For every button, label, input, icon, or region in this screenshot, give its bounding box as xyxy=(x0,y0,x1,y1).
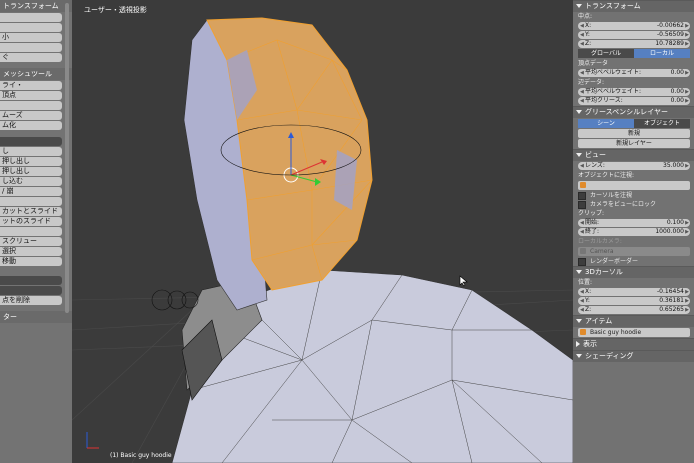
tool-shelf-button[interactable]: スクリュー xyxy=(0,237,62,246)
median-x-field[interactable]: ◀ X: -0.00662 ▶ xyxy=(578,22,690,30)
tool-shelf-transform-header[interactable]: トランスフォーム xyxy=(0,0,72,12)
cursor-y-field[interactable]: ◀ Y: 0.36181 ▶ xyxy=(578,297,690,305)
tool-shelf-button[interactable] xyxy=(0,23,62,32)
tool-shelf-button[interactable] xyxy=(0,13,62,22)
collapse-icon xyxy=(576,153,582,157)
tool-shelf-button[interactable]: 移動 xyxy=(0,257,62,266)
tool-shelf-button[interactable]: 押し出し xyxy=(0,157,62,166)
item-header[interactable]: アイテム xyxy=(573,315,694,327)
scene-toggle[interactable]: シーン xyxy=(578,119,634,128)
mouse-cursor-icon xyxy=(459,275,468,287)
shading-header[interactable]: シェーディング xyxy=(573,350,694,362)
tool-shelf-button[interactable]: ットのスライド xyxy=(0,217,62,226)
median-z-field[interactable]: ◀ Z: 10.78289 ▶ xyxy=(578,40,690,48)
grease-source-toggle: シーン オブジェクト xyxy=(578,119,690,128)
collapse-icon xyxy=(576,4,582,8)
tool-shelf-button[interactable]: ムーズ xyxy=(0,111,62,120)
item-name-field[interactable]: Basic guy hoodie xyxy=(578,328,690,337)
collapse-icon xyxy=(576,110,582,114)
expand-icon xyxy=(576,341,580,347)
lens-field[interactable]: ◀ レンズ: 35.000 ▶ xyxy=(578,162,690,170)
coordinate-space-toggle: グローバル ローカル xyxy=(578,49,690,58)
properties-panel: トランスフォーム 中点: ◀ X: -0.00662 ▶ ◀ Y: -0.56509 ▶ ◀… xyxy=(573,0,694,463)
tool-shelf-button[interactable]: し xyxy=(0,147,62,156)
tool-shelf-dropdown-3[interactable] xyxy=(0,286,62,295)
median-label: 中点: xyxy=(578,13,593,20)
object-toggle[interactable]: オブジェクト xyxy=(634,119,690,128)
edge-data-label: 辺データ: xyxy=(578,79,605,86)
tool-shelf-scrollbar[interactable] xyxy=(65,3,69,313)
lock-object-label: オブジェクトに注視: xyxy=(578,172,635,179)
object-icon xyxy=(580,329,586,335)
tool-shelf-button[interactable]: 押し出し xyxy=(0,167,62,176)
global-toggle[interactable]: グローバル xyxy=(578,49,634,58)
tool-shelf-button[interactable] xyxy=(0,197,62,206)
tool-shelf-button[interactable]: 頂点 xyxy=(0,91,62,100)
3d-cursor-header[interactable]: 3Dカーソル xyxy=(573,266,694,278)
transform-header[interactable]: トランスフォーム xyxy=(573,0,694,12)
new-layer-button[interactable]: 新規レイヤー xyxy=(578,139,690,148)
edge-bevel-field[interactable]: ◀ 平均ベベルウェイト: 0.00 ▶ xyxy=(578,88,690,96)
vertex-data-label: 頂点データ xyxy=(578,60,609,67)
camera-icon xyxy=(580,248,586,254)
local-camera-label: ローカルカメラ: xyxy=(578,238,622,245)
render-border-checkbox[interactable]: レンダーボーダー xyxy=(573,257,694,266)
lock-object-field[interactable] xyxy=(578,181,690,190)
display-header[interactable]: 表示 xyxy=(573,338,694,350)
median-y-field[interactable]: ◀ Y: -0.56509 ▶ xyxy=(578,31,690,39)
tool-shelf-mesh-tools-header[interactable]: メッシュツール xyxy=(0,68,72,80)
viewport-object-label: (1) Basic guy hoodie xyxy=(110,452,172,459)
checkbox-icon xyxy=(578,200,586,209)
viewport-title: ユーザー・透視投影 xyxy=(84,6,147,14)
vertex-bevel-field[interactable]: ◀ 平均ベベルウェイト: 0.00 ▶ xyxy=(578,69,690,77)
cursor-z-field[interactable]: ◀ Z: 0.65265 ▶ xyxy=(578,306,690,314)
collapse-icon xyxy=(576,354,582,358)
tool-shelf-button[interactable] xyxy=(0,43,62,52)
tool-shelf-button[interactable]: ぐ xyxy=(0,53,62,62)
3d-viewport[interactable]: ユーザー・透視投影 (1) Basic guy hoodie xyxy=(72,0,573,463)
tool-shelf-button[interactable]: し込む xyxy=(0,177,62,186)
cursor-x-field[interactable]: ◀ X: -0.16454 ▶ xyxy=(578,288,690,296)
clip-end-field[interactable]: ◀ 終了: 1000.000 ▶ xyxy=(578,228,690,236)
tool-shelf-dropdown[interactable] xyxy=(0,137,62,146)
mesh-canvas[interactable] xyxy=(72,0,573,463)
checkbox-icon xyxy=(578,191,586,200)
collapse-icon xyxy=(576,319,582,323)
checkbox-icon xyxy=(578,257,586,266)
tool-shelf-button[interactable]: ム化 xyxy=(0,121,62,130)
tool-shelf-button[interactable]: ライ・ xyxy=(0,81,62,90)
collapse-icon xyxy=(576,270,582,274)
tool-shelf-bottom-header[interactable]: ター xyxy=(0,311,72,323)
view-header[interactable]: ビュー xyxy=(573,149,694,161)
tool-shelf-button[interactable] xyxy=(0,227,62,236)
local-toggle[interactable]: ローカル xyxy=(634,49,690,58)
edge-crease-field[interactable]: ◀ 平均クリース: 0.00 ▶ xyxy=(578,97,690,105)
tool-shelf-button[interactable]: 選択 xyxy=(0,247,62,256)
tool-shelf-dropdown-2[interactable] xyxy=(0,276,62,285)
tool-shelf-button[interactable]: / 崩 xyxy=(0,187,62,196)
cursor-location-label: 位置: xyxy=(578,279,593,286)
grease-pencil-header[interactable]: グリースペンシルレイヤー xyxy=(573,106,694,118)
lock-camera-checkbox[interactable]: カメラをビューにロック xyxy=(573,200,694,209)
tool-shelf-button[interactable]: カットとスライド xyxy=(0,207,62,216)
clip-label: クリップ: xyxy=(578,210,605,217)
lock-cursor-checkbox[interactable]: カーソルを注視 xyxy=(573,191,694,200)
clip-start-field[interactable]: ◀ 開始: 0.100 ▶ xyxy=(578,219,690,227)
tool-shelf-button[interactable]: 小 xyxy=(0,33,62,42)
local-camera-field[interactable]: Camera xyxy=(578,247,690,256)
tool-shelf-button[interactable] xyxy=(0,101,62,110)
delete-vertices-button[interactable]: 点を削除 xyxy=(0,296,62,305)
tool-shelf: トランスフォーム 小ぐ メッシュツール ライ・ 頂点 ムーズ ム化 し押し出し 押し出し… xyxy=(0,0,72,463)
object-icon xyxy=(580,182,586,188)
new-grease-button[interactable]: 新規 xyxy=(578,129,690,138)
